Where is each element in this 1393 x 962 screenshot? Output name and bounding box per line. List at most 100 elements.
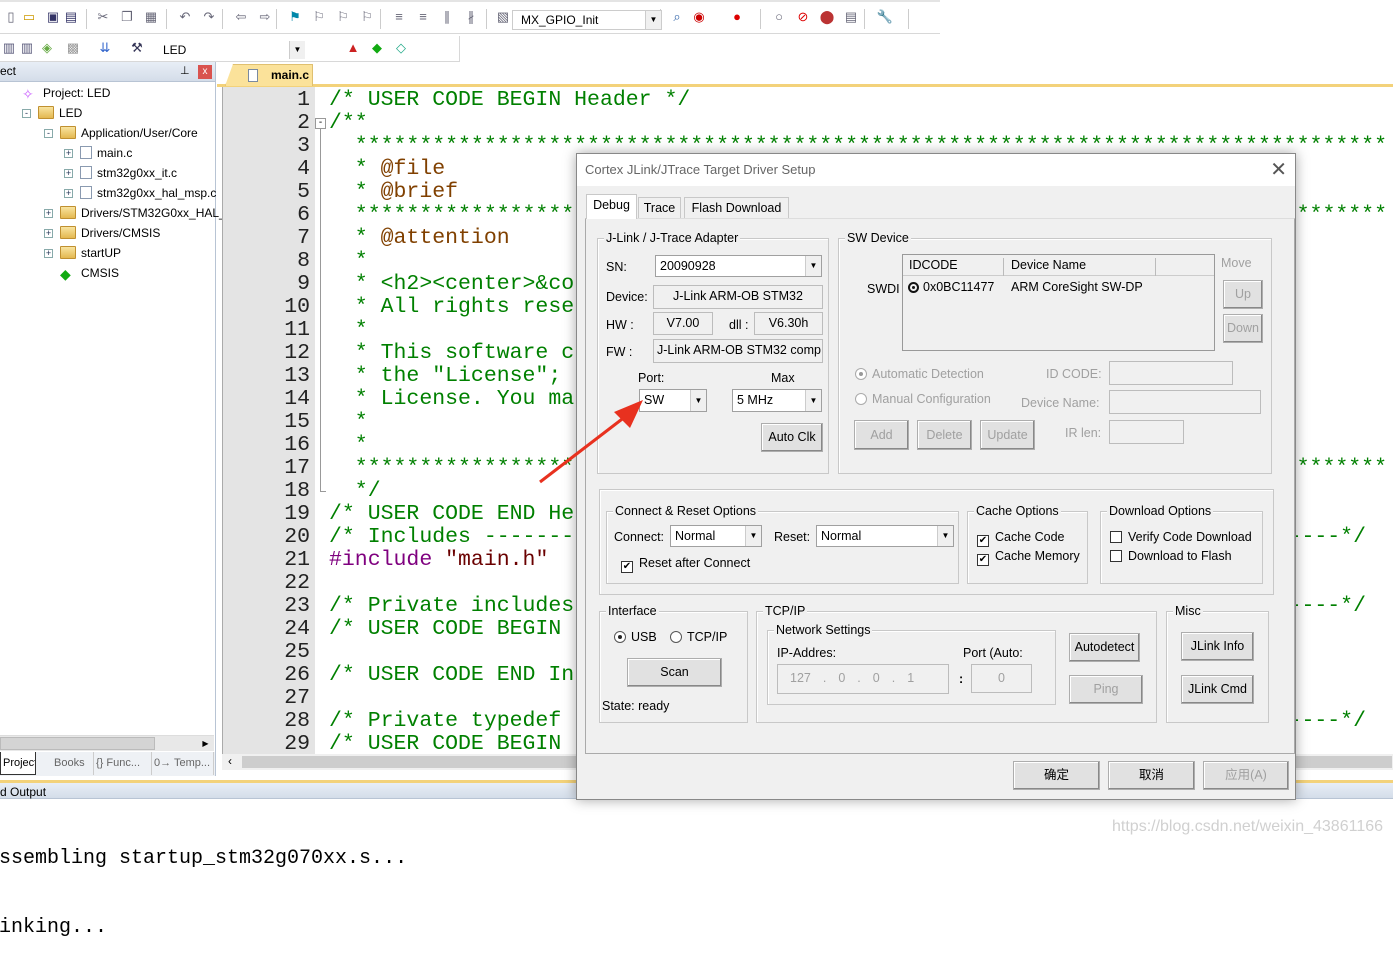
reset-combo[interactable]: Normal ▼ — [816, 525, 954, 547]
tcpip-radio[interactable]: TCP/IP — [670, 629, 727, 645]
panel-tab-functions[interactable]: {} Func... — [94, 752, 152, 775]
chevron-down-icon[interactable]: ▼ — [289, 41, 305, 59]
manage-components-icon[interactable]: ▲ — [344, 39, 362, 57]
chevron-down-icon[interactable]: ▼ — [937, 526, 953, 546]
up-button[interactable]: Up — [1223, 280, 1263, 309]
comment-icon[interactable]: ∥ — [438, 8, 456, 26]
usb-radio[interactable]: USB — [614, 629, 657, 645]
down-button[interactable]: Down — [1223, 314, 1263, 343]
cache-code-checkbox[interactable]: ✔ Cache Code — [977, 529, 1065, 547]
close-icon[interactable]: ✕ — [1270, 157, 1287, 182]
manual-configuration-radio[interactable]: Manual Configuration — [855, 391, 991, 407]
download-icon[interactable]: ⇊ — [96, 39, 114, 57]
function-combo[interactable]: MX_GPIO_Init ▼ — [512, 10, 662, 30]
new-file-icon[interactable]: ▯ — [2, 8, 20, 26]
ir-len-field[interactable] — [1109, 420, 1184, 444]
download-to-flash-checkbox[interactable]: Download to Flash — [1110, 548, 1232, 564]
auto-clk-button[interactable]: Auto Clk — [761, 423, 823, 452]
target-options-icon[interactable]: ⚒ — [128, 39, 146, 57]
cut-icon[interactable]: ✂ — [94, 8, 112, 26]
delete-button[interactable]: Delete — [917, 420, 972, 450]
disable-breakpoint-icon[interactable]: ○ — [770, 8, 788, 26]
group-label: TCP/IP — [763, 603, 808, 619]
id-code-field[interactable] — [1109, 361, 1233, 385]
connect-combo[interactable]: Normal ▼ — [670, 525, 762, 547]
max-clock-combo[interactable]: 5 MHz ▼ — [732, 389, 822, 412]
pin-icon[interactable]: ⊥ — [180, 62, 190, 81]
column-header-device-name[interactable]: Device Name — [1011, 258, 1156, 276]
chevron-down-icon[interactable]: ▼ — [690, 390, 706, 411]
rebuild-icon[interactable]: ▥ — [18, 39, 36, 57]
chevron-down-icon[interactable]: ▼ — [745, 526, 761, 546]
forward-icon[interactable]: ⇨ — [256, 8, 274, 26]
verify-code-download-checkbox[interactable]: Verify Code Download — [1110, 529, 1252, 545]
window-layout-icon[interactable]: ▤ — [842, 8, 860, 26]
indent-icon[interactable]: ≡ — [390, 8, 408, 26]
save-icon[interactable]: ▣ — [44, 8, 62, 26]
update-button[interactable]: Update — [980, 420, 1035, 450]
chevron-down-icon[interactable]: ▼ — [805, 390, 821, 411]
undo-icon[interactable]: ↶ — [176, 8, 194, 26]
save-all-icon[interactable]: ▤ — [62, 8, 80, 26]
panel-tab-templates[interactable]: 0→ Temp... — [152, 752, 214, 775]
back-icon[interactable]: ⇦ — [232, 8, 250, 26]
find-in-files-icon[interactable]: ▧ — [494, 8, 512, 26]
stop-build-icon[interactable]: ▩ — [64, 39, 82, 57]
chevron-down-icon[interactable]: ▼ — [805, 256, 821, 276]
add-button[interactable]: Add — [854, 420, 909, 450]
find-icon[interactable]: ⌕ — [668, 8, 686, 26]
ping-button[interactable]: Ping — [1069, 675, 1143, 704]
copy-icon[interactable]: ❐ — [118, 8, 136, 26]
target-combo[interactable]: LED ▼ — [158, 40, 306, 60]
uncomment-icon[interactable]: ∦ — [462, 8, 480, 26]
code-line: * — [329, 250, 368, 273]
select-pack-icon[interactable]: ◆ — [368, 39, 386, 57]
ip-address-field[interactable]: 127. 0. 0. 1 — [777, 664, 949, 694]
breakpoint-icon[interactable]: ● — [728, 8, 746, 26]
debug-icon[interactable]: ◉ — [690, 8, 708, 26]
pack-installer-icon[interactable]: ◇ — [392, 39, 410, 57]
batch-build-icon[interactable]: ◈ — [38, 39, 56, 57]
radio-selected-icon[interactable] — [908, 282, 919, 293]
bookmark-icon[interactable]: ⚑ — [286, 8, 304, 26]
autodetect-button[interactable]: Autodetect — [1069, 633, 1140, 662]
code-token: * This software c — [329, 341, 575, 365]
paste-icon[interactable]: ▦ — [142, 8, 160, 26]
configure-icon[interactable]: 🔧 — [876, 8, 894, 26]
panel-tab-books[interactable]: Books — [38, 752, 94, 775]
clear-bookmarks-icon[interactable]: ⚐ — [358, 8, 376, 26]
redo-icon[interactable]: ↷ — [200, 8, 218, 26]
reset-after-connect-checkbox[interactable]: ✔ Reset after Connect — [621, 555, 750, 573]
cancel-button[interactable]: 取消 — [1108, 761, 1195, 790]
tab-flash-download[interactable]: Flash Download — [684, 197, 789, 218]
toolbar-separator — [86, 9, 87, 29]
jlink-cmd-button[interactable]: JLink Cmd — [1181, 675, 1254, 704]
tab-trace[interactable]: Trace — [638, 197, 681, 218]
next-bookmark-icon[interactable]: ⚐ — [334, 8, 352, 26]
prev-bookmark-icon[interactable]: ⚐ — [310, 8, 328, 26]
panel-tab-project[interactable]: Project — [0, 752, 36, 775]
tab-debug[interactable]: Debug — [586, 194, 637, 219]
build-icon[interactable]: ▥ — [0, 39, 18, 57]
open-folder-icon[interactable]: ▭ — [20, 8, 38, 26]
tab-main-c[interactable]: main.c — [225, 64, 313, 86]
device-name-field[interactable] — [1109, 390, 1261, 414]
device-list[interactable]: IDCODE Device Name 0x0BC11477 ARM CoreSi… — [902, 254, 1215, 351]
chevron-down-icon[interactable]: ▼ — [645, 11, 661, 29]
sn-combo[interactable]: 20090928 ▼ — [655, 255, 822, 277]
disable-all-breakpoints-icon[interactable]: ⊘ — [794, 8, 812, 26]
ok-button[interactable]: 确定 — [1013, 761, 1100, 790]
jlink-info-button[interactable]: JLink Info — [1181, 632, 1254, 661]
column-header-idcode[interactable]: IDCODE — [909, 258, 1004, 276]
unindent-icon[interactable]: ≡ — [414, 8, 432, 26]
scroll-left-icon[interactable]: ‹ — [228, 754, 232, 768]
apply-button[interactable]: 应用(A) — [1203, 761, 1289, 790]
kill-breakpoints-icon[interactable]: ⬤ — [818, 8, 836, 26]
sn-value: 20090928 — [660, 259, 716, 273]
tcp-port-field[interactable]: 0 — [971, 664, 1032, 693]
cache-memory-checkbox[interactable]: ✔ Cache Memory — [977, 548, 1080, 566]
fold-toggle-icon[interactable]: - — [315, 118, 326, 129]
automatic-detection-radio[interactable]: Automatic Detection — [855, 366, 984, 382]
close-icon[interactable]: x — [198, 65, 212, 79]
scan-button[interactable]: Scan — [627, 658, 722, 687]
